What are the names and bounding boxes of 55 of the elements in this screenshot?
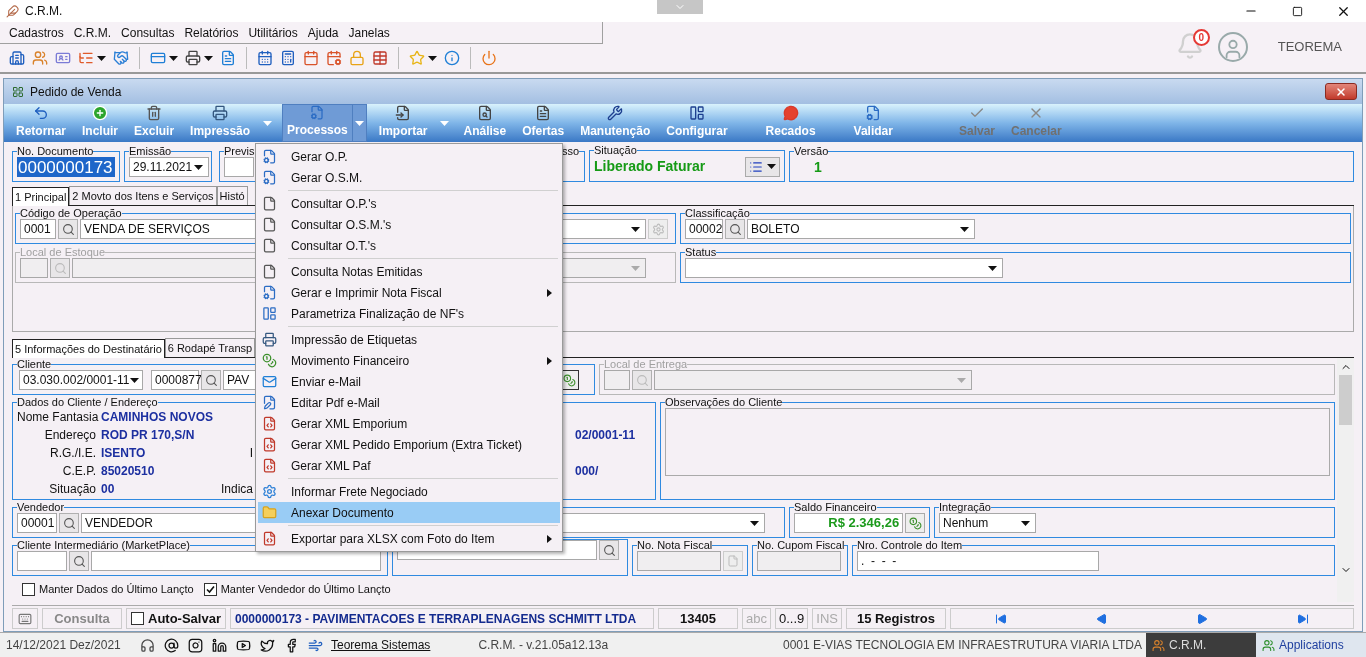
field-label: Nome Fantasia [17, 409, 100, 426]
company-label: 0001 E-VIAS TECNOLOGIA EM INFRAESTRUTURA VIARIA LTDA [782, 637, 1143, 654]
group-label: Vendedor [17, 501, 65, 513]
window-title: Pedido de Venda [30, 83, 122, 101]
field-label: Situação [48, 481, 97, 498]
field-value: ROD PR 170,S/N [101, 427, 196, 444]
group-label: Previs [224, 145, 255, 157]
group-label: Observações do Cliente [665, 396, 783, 408]
group-label: Versão [794, 145, 829, 157]
group-label: No. Documento [17, 145, 94, 157]
field-value: ISENTO [101, 445, 147, 462]
group-label: Situação [594, 144, 637, 156]
group-label: sso [561, 145, 579, 157]
version-value: 1 [813, 157, 822, 177]
field-label: Endereço [43, 427, 97, 444]
group-label: Emissão [129, 145, 172, 157]
date-label: 14/12/2021 Dez/2021 [5, 637, 122, 654]
record-count: 15 Registros [845, 608, 946, 629]
notification-count: 0 [1192, 29, 1210, 46]
field-value: CAMINHOS NOVOS [101, 409, 214, 426]
field-label: R.G./I.E. [49, 445, 97, 462]
group-label: Classificação [685, 207, 750, 219]
field-value: 000/ [575, 463, 599, 480]
group-label: Saldo Financeiro [794, 501, 877, 513]
status-value: Liberado Faturar [594, 157, 707, 176]
indicator: abc [742, 608, 771, 629]
user-name: TEOREMA [1277, 38, 1342, 57]
record-number: 13405 [658, 608, 738, 629]
indicator: INS [812, 608, 842, 629]
group-label: Integração [939, 501, 991, 513]
field-label: I [249, 445, 253, 462]
field-value: 85020510 [101, 463, 156, 480]
group-label: Cliente Intermediário (MarketPlace) [17, 539, 190, 551]
record-label: 0000000173 - PAVIMENTACOES E TERRAPLENAGENS SCHMITT LTDA [230, 608, 654, 629]
group-label: Código de Operação [20, 207, 122, 219]
balance-field: R$ 2.346,26 [794, 513, 904, 533]
field-label: C.E.P. [61, 463, 97, 480]
group-label: No. Cupom Fiscal [757, 539, 845, 551]
group-label: Local de Estoque [20, 246, 105, 258]
field-value: 00 [101, 481, 116, 498]
field-value: 02/0001-11 [575, 427, 636, 444]
field-label: Indica [220, 481, 253, 498]
group-label: Nro. Controle do Item [857, 539, 963, 551]
group-label: Dados do Cliente / Endereço [17, 396, 158, 408]
group-label: No. Nota Fiscal [637, 539, 713, 551]
checkbox-label: Auto-Salvar [148, 609, 221, 628]
group-label: Local de Entrega [604, 358, 688, 370]
mode-label: Consulta [42, 608, 122, 629]
version-label: C.R.M. - v.21.05a12.13a [478, 637, 609, 654]
group-label: Status [685, 246, 717, 258]
checkbox-label: Manter Vendedor do Último Lançto [220, 582, 391, 597]
checkbox-label: Manter Dados do Último Lançto [39, 582, 194, 597]
indicator: 0...9 [774, 608, 809, 629]
app-title: C.R.M. [25, 3, 63, 20]
group-label: Cliente [17, 358, 52, 370]
